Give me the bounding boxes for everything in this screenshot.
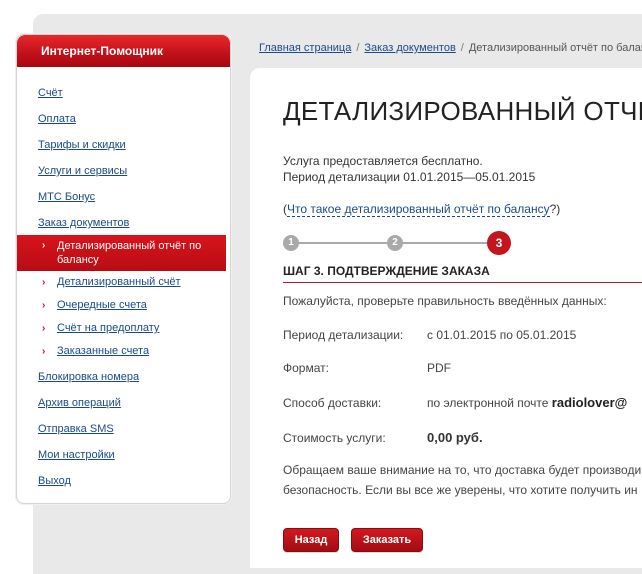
notice-line-1: Обращаем ваше внимание на то, что достав…	[283, 463, 642, 477]
sidebar: Интернет-Помощник Счёт Оплата Тарифы и с…	[16, 34, 231, 504]
sidebar-item-logout[interactable]: Выход	[17, 467, 230, 493]
sidebar-subitem-label[interactable]: Очередные счета	[57, 299, 147, 311]
sidebar-subitem-regular-bills[interactable]: › Очередные счета	[17, 294, 230, 317]
row-delivery: Способ доставки: по электронной почте rad…	[283, 395, 627, 410]
sidebar-subitem-label[interactable]: Заказанные счета	[57, 345, 149, 357]
notice-text: Обращаем ваше внимание на то, что достав…	[283, 460, 641, 500]
chevron-right-icon: ›	[42, 346, 46, 357]
chevron-right-icon: ›	[42, 323, 46, 334]
step-indicator: 1 2 3	[283, 231, 523, 255]
sidebar-submenu: › Детализированный отчёт по балансу › Де…	[17, 235, 230, 363]
chevron-right-icon: ›	[42, 300, 46, 311]
sidebar-item-label[interactable]: Счёт	[38, 87, 63, 99]
sidebar-item-label[interactable]: Блокировка номера	[38, 371, 139, 383]
sidebar-menu: Счёт Оплата Тарифы и скидки Услуги и сер…	[17, 67, 230, 493]
sidebar-item-label[interactable]: Мои настройки	[38, 449, 115, 461]
delivery-method: по электронной почте	[427, 396, 549, 410]
sidebar-item-documents[interactable]: Заказ документов	[17, 209, 230, 235]
sidebar-item-label[interactable]: Отправка SMS	[38, 423, 114, 435]
period-value: с 01.01.2015 по 05.01.2015	[427, 328, 577, 342]
faq-question: (Что такое детализированный отчёт по бал…	[283, 202, 561, 217]
sidebar-item-block-number[interactable]: Блокировка номера	[17, 363, 230, 389]
format-value: PDF	[427, 361, 451, 375]
step-title: ШАГ 3. ПОДТВЕРЖДЕНИЕ ЗАКАЗА	[283, 264, 490, 278]
check-instruction: Пожалуйста, проверьте правильность введё…	[283, 294, 607, 308]
sidebar-subitem-label[interactable]: Детализированный счёт	[57, 276, 181, 288]
sidebar-subitem-prepay-bill[interactable]: › Счёт на предоплату	[17, 317, 230, 340]
delivery-value: по электронной почте radiolover@	[427, 395, 627, 410]
breadcrumb-separator: /	[356, 42, 360, 54]
sidebar-item-label[interactable]: Тарифы и скидки	[38, 139, 126, 151]
sidebar-item-send-sms[interactable]: Отправка SMS	[17, 415, 230, 441]
breadcrumb-home-link[interactable]: Главная страница	[259, 42, 351, 54]
sidebar-subitem-label[interactable]: Детализированный отчёт по балансу	[57, 240, 201, 266]
sidebar-item-label[interactable]: Оплата	[38, 113, 76, 125]
breadcrumb-current: Детализированный отчёт по балансу	[468, 42, 642, 54]
sidebar-item-bonus[interactable]: МТС Бонус	[17, 183, 230, 209]
back-button[interactable]: Назад	[283, 528, 339, 552]
sidebar-subitem-ordered-bills[interactable]: › Заказанные счета	[17, 340, 230, 363]
sidebar-subitem-detailed-bill[interactable]: › Детализированный счёт	[17, 271, 230, 294]
step-1: 1	[283, 235, 299, 251]
sidebar-item-label[interactable]: МТС Бонус	[38, 191, 95, 203]
breadcrumb-section-link[interactable]: Заказ документов	[364, 42, 455, 54]
breadcrumb-separator: /	[460, 42, 464, 54]
faq-link[interactable]: Что такое детализированный отчёт по бала…	[287, 202, 550, 217]
page-title: ДЕТАЛИЗИРОВАННЫЙ ОТЧЁТ ПО БАЛАНСУ	[283, 96, 642, 126]
sidebar-item-label[interactable]: Архив операций	[38, 397, 121, 409]
sidebar-item-tariffs[interactable]: Тарифы и скидки	[17, 131, 230, 157]
row-format: Формат: PDF	[283, 361, 451, 375]
step-2: 2	[387, 235, 403, 251]
sidebar-item-services[interactable]: Услуги и сервисы	[17, 157, 230, 183]
order-button[interactable]: Заказать	[351, 528, 423, 552]
sidebar-item-label[interactable]: Выход	[38, 475, 71, 487]
sidebar-subitem-label[interactable]: Счёт на предоплату	[57, 322, 159, 334]
period-label: Период детализации:	[283, 328, 404, 342]
sidebar-item-settings[interactable]: Мои настройки	[17, 441, 230, 467]
section-divider	[283, 282, 642, 283]
question-suffix: ?)	[549, 202, 561, 216]
sidebar-item-payment[interactable]: Оплата	[17, 105, 230, 131]
chevron-right-icon: ›	[42, 277, 46, 288]
delivery-label: Способ доставки:	[283, 396, 382, 410]
sidebar-item-archive[interactable]: Архив операций	[17, 389, 230, 415]
sidebar-subitem-balance-report[interactable]: › Детализированный отчёт по балансу	[17, 235, 226, 271]
step-3-active: 3	[487, 231, 511, 255]
format-label: Формат:	[283, 361, 329, 375]
notice-line-2: безопасность. Если вы все же уверены, чт…	[283, 483, 638, 497]
cost-value: 0,00 руб.	[427, 430, 483, 445]
sidebar-title: Интернет-Помощник	[17, 35, 230, 67]
sidebar-item-account[interactable]: Счёт	[17, 79, 230, 105]
breadcrumb: Главная страница / Заказ документов / Детали…	[259, 42, 642, 54]
row-cost: Стоимость услуги: 0,00 руб.	[283, 430, 483, 445]
info-period-text: Период детализации 01.01.2015—05.01.2015	[283, 170, 536, 184]
main-content: ДЕТАЛИЗИРОВАННЫЙ ОТЧЁТ ПО БАЛАНСУ Услуга…	[250, 68, 642, 568]
info-free-text: Услуга предоставляется бесплатно.	[283, 154, 483, 168]
service-info: Услуга предоставляется бесплатно. Период…	[283, 153, 535, 185]
row-period: Период детализации: с 01.01.2015 по 05.01…	[283, 328, 576, 342]
sidebar-item-label[interactable]: Заказ документов	[38, 217, 129, 229]
delivery-email: radiolover@	[551, 395, 628, 410]
chevron-right-icon: ›	[42, 240, 46, 251]
cost-label: Стоимость услуги:	[283, 431, 386, 445]
sidebar-item-label[interactable]: Услуги и сервисы	[38, 165, 127, 177]
